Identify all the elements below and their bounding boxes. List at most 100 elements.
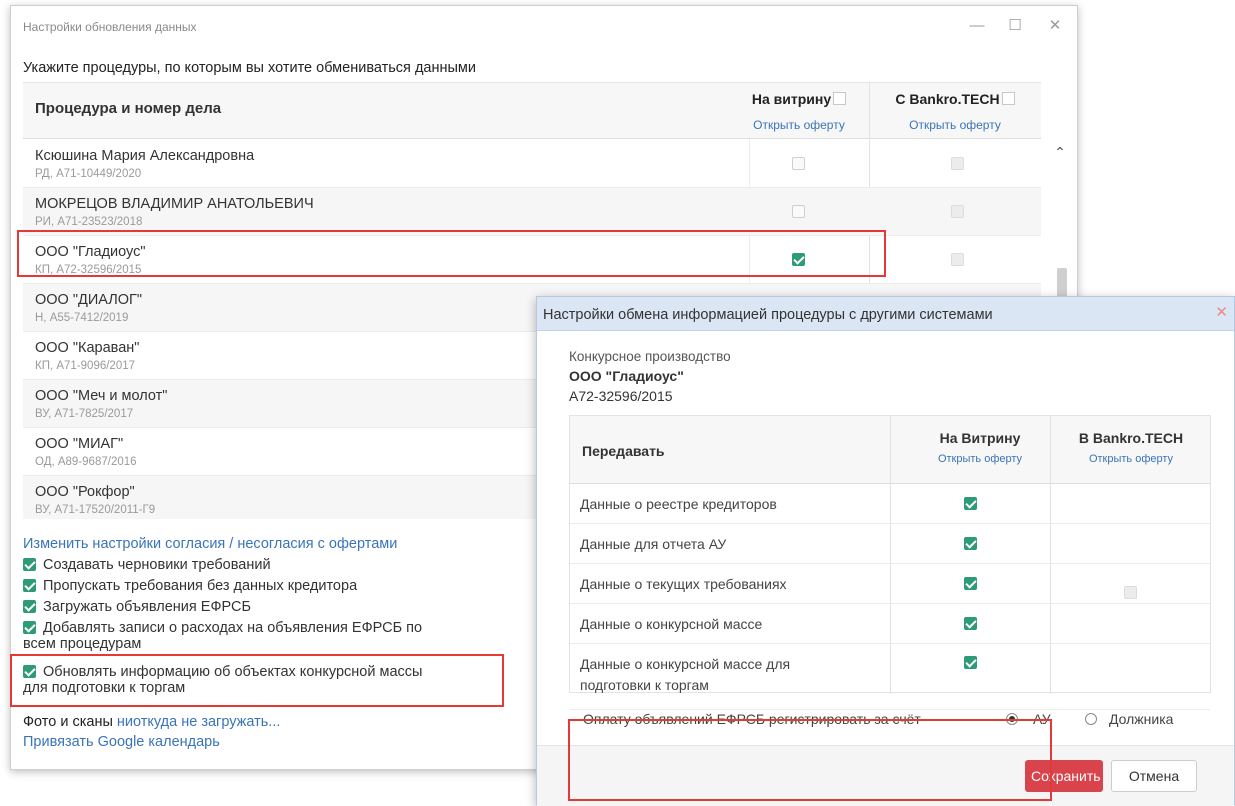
option-skip-claims[interactable]: Пропускать требования без данных кредито… xyxy=(23,578,357,594)
procedure-case: КП, А72-32596/2015 xyxy=(35,264,142,276)
checkbox-checked-icon[interactable] xyxy=(23,621,36,634)
checkbox-empty-icon[interactable] xyxy=(951,157,964,170)
close-icon[interactable]: ✕ xyxy=(1044,15,1066,37)
minimize-icon[interactable]: — xyxy=(966,15,988,37)
option-label-continued: для подготовки к торгам xyxy=(23,680,186,696)
checkbox-checked-icon[interactable] xyxy=(964,617,977,630)
checkbox-checked-icon[interactable] xyxy=(964,537,977,550)
option-load-efrsb[interactable]: Загружать объявления ЕФРСБ xyxy=(23,599,251,615)
checkbox-checked-icon[interactable] xyxy=(23,600,36,613)
table-header: Процедура и номер дела На витрину Открыт… xyxy=(23,83,1041,139)
change-consent-link[interactable]: Изменить настройки согласия / несогласия… xyxy=(23,536,397,552)
dialog-footer: Сохранить Отмена xyxy=(537,745,1234,806)
bankro-transfer-checkbox[interactable] xyxy=(1124,586,1137,599)
header-bankro: С Bankro.TECH xyxy=(895,91,1000,107)
window-title: Настройки обновления данных xyxy=(23,20,197,34)
procedure-case: Н, А55-7412/2019 xyxy=(35,312,129,324)
dialog-title: Настройки обмена информацией процедуры с… xyxy=(543,307,993,323)
showcase-offer-link[interactable]: Открыть оферту xyxy=(910,453,1050,465)
checkbox-checked-icon[interactable] xyxy=(964,577,977,590)
option-label: Добавлять записи о расходах на объявлени… xyxy=(43,620,423,636)
procedure-name: МОКРЕЦОВ ВЛАДИМИР АНАТОЛЬЕВИЧ xyxy=(35,196,314,212)
table-row: Данные для отчета АУ xyxy=(570,524,1210,564)
showcase-offer-link[interactable]: Открыть оферту xyxy=(739,118,859,132)
table-row[interactable]: МОКРЕЦОВ ВЛАДИМИР АНАТОЛЬЕВИЧ РИ, А71-235… xyxy=(23,188,1041,236)
bankro-offer-link[interactable]: Открыть оферту xyxy=(1061,453,1201,465)
checkbox-empty-icon[interactable] xyxy=(951,205,964,218)
checkbox-checked-icon[interactable] xyxy=(964,497,977,510)
save-button[interactable]: Сохранить xyxy=(1025,760,1103,792)
table-row: Данные о конкурсной массе для подготовки … xyxy=(570,644,1210,710)
checkbox-checked-icon[interactable] xyxy=(23,665,36,678)
transfer-label-text: Данные о текущих требованиях xyxy=(580,576,787,592)
bankro-offer-link[interactable]: Открыть оферту xyxy=(895,118,1015,132)
payment-label: Оплату объявлений ЕФРСБ регистрировать з… xyxy=(583,711,921,727)
checkbox-empty-icon[interactable] xyxy=(792,157,805,170)
checkbox-empty-icon[interactable] xyxy=(951,253,964,266)
option-label-continued: всем процедурам xyxy=(23,636,142,652)
procedure-name: ООО "Рокфор" xyxy=(35,484,135,500)
option-label: Пропускать требования без данных кредито… xyxy=(43,578,358,594)
option-add-expenses[interactable]: Добавлять записи о расходах на объявлени… xyxy=(23,620,422,652)
procedure-case: ВУ, А71-17520/2011-Г9 xyxy=(35,504,156,516)
table-row[interactable]: Ксюшина Мария Александровна РД, А71-10449… xyxy=(23,140,1041,188)
radio-debtor[interactable] xyxy=(1085,713,1097,725)
checkbox-checked-icon[interactable] xyxy=(964,656,977,669)
photo-source-link[interactable]: ниоткуда не загружать... xyxy=(117,714,280,730)
transfer-label-text: Данные для отчета АУ xyxy=(580,536,727,552)
maximize-icon[interactable]: ☐ xyxy=(1004,15,1026,37)
select-all-showcase-checkbox[interactable] xyxy=(833,92,847,105)
transfer-label: Данные о реестре кредиторов xyxy=(580,494,777,515)
procedure-org: ООО "Гладиоус" xyxy=(569,368,684,384)
procedure-case: КП, А71-9096/2017 xyxy=(35,360,136,372)
procedure-case: ВУ, А71-7825/2017 xyxy=(35,408,134,420)
procedure-name: ООО "Караван" xyxy=(35,340,140,356)
photo-label: Фото и сканы xyxy=(23,714,117,730)
procedure-case-number: А72-32596/2015 xyxy=(569,388,673,404)
table-row: Данные о конкурсной массе xyxy=(570,604,1210,644)
header-transfer: Передавать xyxy=(582,443,665,459)
procedure-name: ООО "Меч и молот" xyxy=(35,388,168,404)
radio-au-label: АУ xyxy=(1033,711,1051,727)
cancel-button[interactable]: Отмена xyxy=(1111,760,1197,792)
procedure-name: Ксюшина Мария Александровна xyxy=(35,148,255,164)
checkbox-checked-icon[interactable] xyxy=(23,579,36,592)
option-label: Создавать черновики требований xyxy=(43,557,271,573)
table-row[interactable]: ООО "Гладиоус" КП, А72-32596/2015 xyxy=(23,236,1041,284)
header-bankro: В Bankro.TECH xyxy=(1078,430,1184,446)
transfer-label: Данные о текущих требованиях xyxy=(580,574,787,595)
transfer-label-text: Данные о конкурсной массе для xyxy=(580,656,791,672)
procedure-name: ООО "ДИАЛОГ" xyxy=(35,292,143,308)
transfer-label-text: Данные о реестре кредиторов xyxy=(580,496,777,512)
transfer-label-text: Данные о конкурсной массе xyxy=(580,616,763,632)
chevron-up-icon[interactable]: ⌃ xyxy=(1051,144,1069,162)
procedure-case: РД, А71-10449/2020 xyxy=(35,168,142,180)
transfer-label: Данные для отчета АУ xyxy=(580,534,726,555)
checkbox-empty-icon[interactable] xyxy=(792,205,805,218)
radio-au[interactable] xyxy=(1006,713,1018,725)
checkbox-checked-icon[interactable] xyxy=(23,558,36,571)
transfer-table: Передавать На Витрину Открыть оферту В B… xyxy=(569,415,1211,710)
close-icon[interactable]: ✕ xyxy=(1215,303,1228,321)
procedure-name: ООО "МИАГ" xyxy=(35,436,124,452)
procedure-case: РИ, А71-23523/2018 xyxy=(35,216,143,228)
transfer-label: Данные о конкурсной массе xyxy=(580,614,762,635)
google-calendar-link[interactable]: Привязать Google календарь xyxy=(23,734,220,750)
option-create-drafts[interactable]: Создавать черновики требований xyxy=(23,557,271,573)
instruction-text: Укажите процедуры, по которым вы хотите … xyxy=(23,60,476,76)
radio-debtor-label: Должника xyxy=(1109,711,1174,727)
transfer-label-continued: подготовки к торгам xyxy=(580,677,709,693)
select-all-bankro-checkbox[interactable] xyxy=(1001,92,1015,105)
option-label: Обновлять информацию об объектах конкурс… xyxy=(43,664,423,680)
procedure-name: ООО "Гладиоус" xyxy=(35,244,146,260)
exchange-settings-dialog: Настройки обмена информацией процедуры с… xyxy=(536,296,1235,806)
header-procedure: Процедура и номер дела xyxy=(35,100,222,117)
transfer-label: Данные о конкурсной массе для подготовки … xyxy=(580,654,790,696)
option-update-estate[interactable]: Обновлять информацию об объектах конкурс… xyxy=(23,664,422,696)
table-row: Данные о текущих требованиях xyxy=(570,564,1210,604)
procedure-type: Конкурсное производство xyxy=(569,349,731,364)
header-showcase: На Витрину xyxy=(939,430,1021,446)
procedure-case: ОД, А89-9687/2016 xyxy=(35,456,137,468)
table-row: Данные о реестре кредиторов xyxy=(570,484,1210,524)
checkbox-checked-icon[interactable] xyxy=(792,253,805,266)
